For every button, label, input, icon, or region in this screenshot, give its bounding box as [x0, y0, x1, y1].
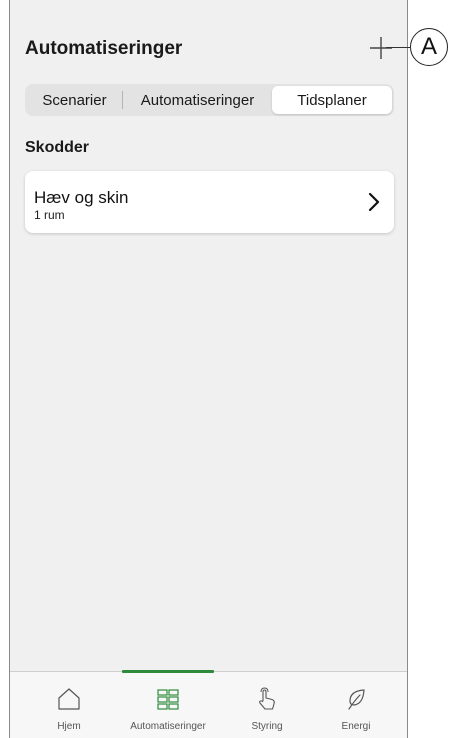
- active-tab-indicator: [122, 670, 214, 673]
- grid-icon: [157, 689, 179, 710]
- list-item-title: Hæv og skin: [34, 188, 129, 207]
- tab-bar: Hjem Automatiseringer Styring Energi: [10, 670, 407, 738]
- home-icon: [58, 688, 80, 710]
- app-screen: Automatiseringer Scenarier Automatiserin…: [9, 0, 408, 738]
- callout-badge: A: [410, 28, 448, 66]
- segment-automatiseringer[interactable]: Automatiseringer: [123, 86, 272, 114]
- segment-tidsplaner[interactable]: Tidsplaner: [272, 86, 392, 114]
- tab-label: Styring: [251, 721, 283, 732]
- hand-icon: [259, 687, 275, 710]
- chevron-right-icon: [368, 192, 380, 212]
- leaf-icon: [348, 689, 365, 710]
- segmented-control: Scenarier Automatiseringer Tidsplaner: [25, 84, 394, 116]
- callout-line: [386, 47, 410, 48]
- tab-label: Hjem: [57, 721, 81, 732]
- tab-styring[interactable]: Styring: [218, 672, 316, 738]
- segment-scenarier[interactable]: Scenarier: [27, 86, 122, 114]
- tab-label: Automatiseringer: [130, 721, 206, 732]
- tab-hjem[interactable]: Hjem: [20, 672, 118, 738]
- tab-automatiseringer[interactable]: Automatiseringer: [119, 670, 217, 738]
- tab-energi[interactable]: Energi: [307, 672, 405, 738]
- plus-icon: [370, 37, 392, 59]
- list-item-subtitle: 1 rum: [34, 208, 65, 222]
- add-button[interactable]: [367, 34, 395, 62]
- list-item[interactable]: Hæv og skin 1 rum: [25, 171, 394, 233]
- tab-label: Energi: [341, 721, 371, 732]
- section-title: Skodder: [25, 139, 90, 156]
- page-title: Automatiseringer: [25, 38, 183, 59]
